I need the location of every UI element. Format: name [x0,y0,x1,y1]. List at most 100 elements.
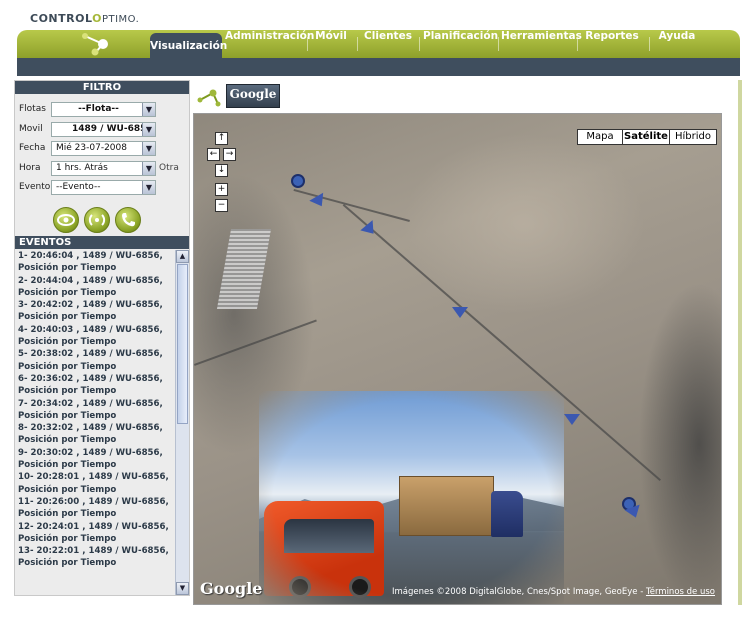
list-item[interactable]: 1- 20:46:04 , 1489 / WU-6856, Posición po… [18,250,175,275]
scrollbar-thumb[interactable] [177,264,188,424]
google-button-label: Google [229,87,277,101]
movil-select[interactable]: 1489 / WU-6856 ▼ [51,121,156,137]
evento-select-value: --Evento-- [56,181,101,192]
sidebar-panel: FILTRO Flotas --Flota-- ▼ Movil 1489 / W… [14,80,190,596]
copyright-text: Imágenes ©2008 DigitalGlobe, Cnes/Spot I… [392,587,646,597]
event-line: 4- 20:40:03 , 1489 / WU-6856, [18,324,163,335]
event-line: 7- 20:34:02 , 1489 / WU-6856, [18,398,163,409]
list-item[interactable]: 4- 20:40:03 , 1489 / WU-6856, Posición po… [18,324,175,349]
direction-arrow-icon[interactable] [452,307,468,318]
tab-planificacion[interactable]: Planificación [423,30,498,58]
event-line: 3- 20:42:02 , 1489 / WU-6856, [18,300,163,311]
event-line: 10- 20:28:01 , 1489 / WU-6856, [18,472,169,483]
pan-right-button[interactable]: → [223,148,236,161]
event-line: 13- 20:22:01 , 1489 / WU-6856, [18,546,169,557]
list-item[interactable]: 9- 20:30:02 , 1489 / WU-6856, Posición po… [18,447,175,472]
fecha-select[interactable]: Mié 23-07-2008 ▼ [51,140,156,156]
event-line: Posición por Tiempo [18,484,117,495]
event-line: Posición por Tiempo [18,337,117,348]
logo: CONTROLOPTIMO. [30,12,140,25]
direction-arrow-icon[interactable] [564,414,580,425]
event-line: Posición por Tiempo [18,312,117,323]
nav-separator [357,37,358,51]
list-item[interactable]: 2- 20:44:04 , 1489 / WU-6856, Posición po… [18,275,175,300]
otra-link[interactable]: Otra [159,163,179,173]
event-line: 12- 20:24:01 , 1489 / WU-6856, [18,521,169,532]
zoom-out-button[interactable]: − [215,199,228,212]
signal-icon[interactable] [84,207,110,233]
list-item[interactable]: 8- 20:32:02 , 1489 / WU-6856, Posición po… [18,422,175,447]
tab-visualizacion[interactable]: Visualización [150,33,227,61]
pan-down-button[interactable]: ↓ [215,164,228,177]
flotas-select[interactable]: --Flota-- ▼ [51,101,156,117]
list-item[interactable]: 11- 20:26:00 , 1489 / WU-6856, Posición p… [18,496,175,521]
event-line: 2- 20:44:04 , 1489 / WU-6856, [18,275,163,286]
tab-administracion[interactable]: Administración [225,30,314,58]
google-maps-button[interactable]: Google [226,84,280,108]
hora-select[interactable]: 1 hrs. Atrás ▼ [51,160,156,176]
event-line: Posición por Tiempo [18,460,117,471]
pan-left-button[interactable]: ← [207,148,220,161]
list-item[interactable]: 5- 20:38:02 , 1489 / WU-6856, Posición po… [18,348,175,373]
filtro-title: FILTRO [15,81,189,94]
event-line: Posición por Tiempo [18,287,117,298]
tab-reportes[interactable]: Reportes [583,30,641,58]
fecha-label: Fecha [19,143,46,153]
action-icons [53,207,141,233]
list-item[interactable]: 12- 20:24:01 , 1489 / WU-6856, Posición p… [18,521,175,546]
terms-link[interactable]: Términos de uso [646,587,715,597]
map-type-satelite[interactable]: Satélite [622,129,670,145]
list-item[interactable]: 6- 20:36:02 , 1489 / WU-6856, Posición po… [18,373,175,398]
chevron-down-icon[interactable]: ▼ [142,161,155,175]
pan-up-button[interactable]: ↑ [215,132,228,145]
tab-herramientas[interactable]: Herramientas [501,30,582,58]
eventos-scrollbar[interactable]: ▲ ▼ [175,250,189,595]
evento-label: Evento [19,182,51,192]
satellite-map[interactable]: ↑ ← → ↓ + − Mapa Satélite Híbrido Google… [193,113,722,605]
zoom-in-button[interactable]: + [215,183,228,196]
chevron-down-icon[interactable]: ▼ [142,180,155,194]
nav-separator [419,37,420,51]
chevron-down-icon[interactable]: ▼ [142,102,155,116]
tab-clientes[interactable]: Clientes [361,30,415,58]
list-item[interactable]: 7- 20:34:02 , 1489 / WU-6856, Posición po… [18,398,175,423]
map-type-hibrido[interactable]: Híbrido [669,129,717,145]
chevron-down-icon[interactable]: ▼ [142,141,155,155]
filter-row-fecha: Fecha Mié 23-07-2008 ▼ [19,140,156,156]
nav-separator [498,37,499,51]
chevron-down-icon[interactable]: ▼ [142,122,155,136]
route-tool-icon[interactable] [197,86,221,108]
truck-cab [491,491,523,537]
nav-separator [307,37,308,51]
list-item[interactable]: 10- 20:28:01 , 1489 / WU-6856, Posición p… [18,471,175,496]
event-line: 11- 20:26:00 , 1489 / WU-6856, [18,496,169,507]
event-line: Posición por Tiempo [18,361,117,372]
filter-row-hora: Hora 1 hrs. Atrás ▼ Otra [19,160,179,176]
bus-wheel [289,576,311,598]
evento-select[interactable]: --Evento-- ▼ [51,179,156,195]
nav-separator [577,37,578,51]
event-line: Posición por Tiempo [18,410,117,421]
flotas-select-value: --Flota-- [78,103,119,114]
tab-movil[interactable]: Móvil [311,30,351,58]
location-marker-icon[interactable] [291,174,305,188]
filter-row-movil: Movil 1489 / WU-6856 ▼ [19,121,156,137]
flotas-label: Flotas [19,104,46,114]
scroll-up-icon[interactable]: ▲ [176,250,189,263]
event-line: Posición por Tiempo [18,263,117,274]
phone-icon[interactable] [115,207,141,233]
event-line: 8- 20:32:02 , 1489 / WU-6856, [18,423,163,434]
scroll-down-icon[interactable]: ▼ [176,582,189,595]
hora-select-value: 1 hrs. Atrás [56,162,108,173]
nav-separator [649,37,650,51]
main-navbar: Visualización Administración Móvil Clien… [17,30,740,61]
tab-ayuda[interactable]: Ayuda [653,30,701,58]
list-item[interactable]: 13- 20:22:01 , 1489 / WU-6856, Posición p… [18,545,175,570]
event-line: Posición por Tiempo [18,558,117,569]
list-item[interactable]: 3- 20:42:02 , 1489 / WU-6856, Posición po… [18,299,175,324]
event-line: 9- 20:30:02 , 1489 / WU-6856, [18,447,163,458]
map-type-mapa[interactable]: Mapa [577,129,623,145]
eye-icon[interactable] [53,207,79,233]
eventos-list: 1- 20:46:04 , 1489 / WU-6856, Posición po… [15,250,175,595]
event-line: Posición por Tiempo [18,509,117,520]
